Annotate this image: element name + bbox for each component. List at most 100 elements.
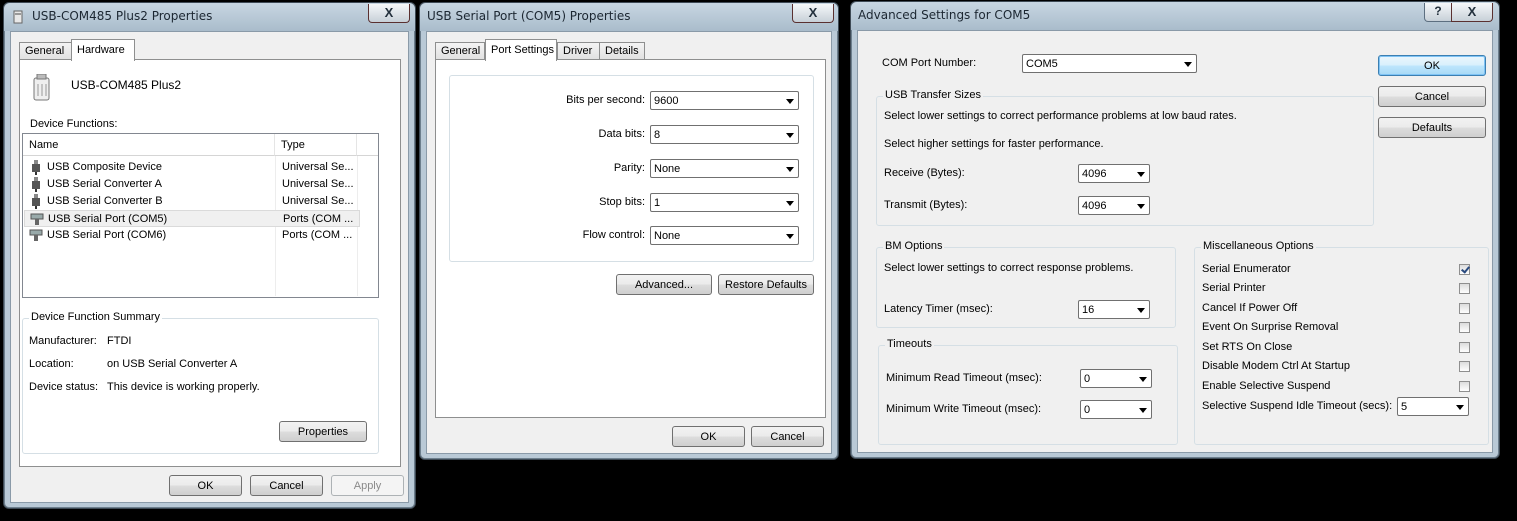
select-value: 4096 <box>1082 200 1107 212</box>
window-title: USB Serial Port (COM5) Properties <box>427 9 631 23</box>
apply-button[interactable]: Apply <box>331 475 404 496</box>
row-type: Ports (COM ... <box>283 213 354 225</box>
tab-details[interactable]: Details <box>599 42 645 60</box>
bm-hint: Select lower settings to correct respons… <box>884 262 1134 274</box>
chevron-down-icon <box>1139 377 1147 382</box>
cancel-button[interactable]: Cancel <box>751 426 824 447</box>
tab-strip: General Hardware <box>19 39 409 61</box>
flow-control-select[interactable]: None <box>650 226 799 245</box>
tab-driver[interactable]: Driver <box>557 42 601 60</box>
select-value: COM5 <box>1026 58 1058 70</box>
column-header-type[interactable]: Type <box>275 134 357 156</box>
bits-per-second-select[interactable]: 9600 <box>650 91 799 110</box>
table-row[interactable]: USB Serial Converter A Universal Se... <box>24 176 377 193</box>
title-bar[interactable]: Advanced Settings for COM5 <box>851 2 1499 30</box>
enable-selective-suspend-checkbox[interactable] <box>1459 381 1470 392</box>
serial-port-icon <box>29 229 43 241</box>
min-write-timeout-select[interactable]: 0 <box>1080 400 1152 419</box>
receive-bytes-select[interactable]: 4096 <box>1078 164 1150 183</box>
selective-suspend-idle-timeout-select[interactable]: 5 <box>1397 397 1469 416</box>
properties-button[interactable]: Properties <box>279 421 367 442</box>
group-title: BM Options <box>883 240 945 252</box>
table-row[interactable]: USB Composite Device Universal Se... <box>24 159 377 176</box>
select-value: None <box>654 163 681 175</box>
device-status-value: This device is working properly. <box>107 381 260 393</box>
manufacturer-label: Manufacturer: <box>29 335 97 347</box>
data-bits-select[interactable]: 8 <box>650 125 799 144</box>
location-label: Location: <box>29 358 74 370</box>
select-value: 1 <box>654 197 661 209</box>
enable-selective-suspend-label: Enable Selective Suspend <box>1202 380 1331 392</box>
transmit-bytes-select[interactable]: 4096 <box>1078 196 1150 215</box>
usb-transfer-sizes-group: USB Transfer Sizes Select lower settings… <box>876 89 1374 226</box>
title-bar[interactable]: USB-COM485 Plus2 Properties <box>4 3 415 31</box>
serial-enumerator-label: Serial Enumerator <box>1202 263 1291 275</box>
stop-bits-select[interactable]: 1 <box>650 193 799 212</box>
row-name: USB Composite Device <box>47 161 162 173</box>
chevron-down-icon <box>786 99 794 104</box>
device-functions-list[interactable]: Name Type USB Composite Device Universal… <box>22 133 379 298</box>
help-button[interactable]: ? <box>1424 3 1452 22</box>
device-name: USB-COM485 Plus2 <box>71 78 182 92</box>
latency-timer-select[interactable]: 16 <box>1078 300 1150 319</box>
restore-defaults-button[interactable]: Restore Defaults <box>718 274 814 295</box>
row-name: USB Serial Converter B <box>47 195 163 207</box>
min-read-timeout-select[interactable]: 0 <box>1080 369 1152 388</box>
group-title: Miscellaneous Options <box>1201 240 1316 252</box>
parity-select[interactable]: None <box>650 159 799 178</box>
min-write-timeout-label: Minimum Write Timeout (msec): <box>886 403 1042 415</box>
data-bits-label: Data bits: <box>598 128 645 140</box>
defaults-button[interactable]: Defaults <box>1378 117 1486 138</box>
set-rts-on-close-label: Set RTS On Close <box>1202 341 1293 353</box>
table-row[interactable]: USB Serial Port (COM5) Ports (COM ... <box>24 210 360 227</box>
cancel-button[interactable]: Cancel <box>1378 86 1486 107</box>
cancel-button[interactable]: Cancel <box>250 475 323 496</box>
device-properties-window: USB-COM485 Plus2 Properties X General Ha… <box>3 2 416 509</box>
selective-suspend-idle-timeout-label: Selective Suspend Idle Timeout (secs): <box>1202 400 1393 412</box>
com-port-number-select[interactable]: COM5 <box>1022 54 1197 73</box>
event-on-surprise-removal-checkbox[interactable] <box>1459 322 1470 333</box>
set-rts-on-close-checkbox[interactable] <box>1459 342 1470 353</box>
usb-plug-icon <box>32 194 40 209</box>
device-icon <box>33 74 50 101</box>
usb-plug-icon <box>32 177 40 192</box>
table-row[interactable]: USB Serial Converter B Universal Se... <box>24 193 377 210</box>
cancel-if-power-off-checkbox[interactable] <box>1459 303 1470 314</box>
tab-port-settings[interactable]: Port Settings <box>485 39 557 61</box>
advanced-settings-window: Advanced Settings for COM5 ? X COM Port … <box>850 1 1500 459</box>
serial-printer-checkbox[interactable] <box>1459 283 1470 294</box>
chevron-down-icon <box>786 234 794 239</box>
port-properties-window: USB Serial Port (COM5) Properties X Gene… <box>419 2 839 460</box>
row-name: USB Serial Converter A <box>47 178 162 190</box>
row-type: Universal Se... <box>282 178 354 190</box>
select-value: None <box>654 230 681 242</box>
hardware-panel: USB-COM485 Plus2 Device Functions: Name … <box>19 59 401 467</box>
serial-printer-label: Serial Printer <box>1202 282 1266 294</box>
advanced-button[interactable]: Advanced... <box>616 274 712 295</box>
close-button[interactable]: X <box>792 4 834 23</box>
disable-modem-ctrl-checkbox[interactable] <box>1459 361 1470 372</box>
disable-modem-ctrl-label: Disable Modem Ctrl At Startup <box>1202 360 1350 372</box>
tab-general[interactable]: General <box>19 42 73 60</box>
usb-plug-icon <box>32 160 40 175</box>
serial-enumerator-checkbox[interactable] <box>1459 264 1470 275</box>
table-row[interactable]: USB Serial Port (COM6) Ports (COM ... <box>24 227 377 244</box>
close-button[interactable]: X <box>1451 3 1493 22</box>
close-button[interactable]: X <box>368 4 410 23</box>
timeouts-group: Timeouts Minimum Read Timeout (msec): 0 … <box>878 338 1178 445</box>
row-type: Universal Se... <box>282 195 354 207</box>
tab-general[interactable]: General <box>435 42 485 60</box>
title-bar[interactable]: USB Serial Port (COM5) Properties <box>420 3 838 31</box>
dialog-body: General Hardware USB-COM485 Plus2 Device… <box>10 31 409 503</box>
chevron-down-icon <box>1137 308 1145 313</box>
ok-button[interactable]: OK <box>169 475 242 496</box>
ok-button[interactable]: OK <box>672 426 745 447</box>
tab-hardware[interactable]: Hardware <box>71 39 135 61</box>
cancel-if-power-off-label: Cancel If Power Off <box>1202 302 1298 314</box>
group-title: Timeouts <box>885 338 934 350</box>
ok-button[interactable]: OK <box>1378 55 1486 76</box>
manufacturer-value: FTDI <box>107 335 132 347</box>
select-value: 16 <box>1082 304 1095 316</box>
column-header-name[interactable]: Name <box>23 134 275 156</box>
parity-label: Parity: <box>613 162 645 174</box>
